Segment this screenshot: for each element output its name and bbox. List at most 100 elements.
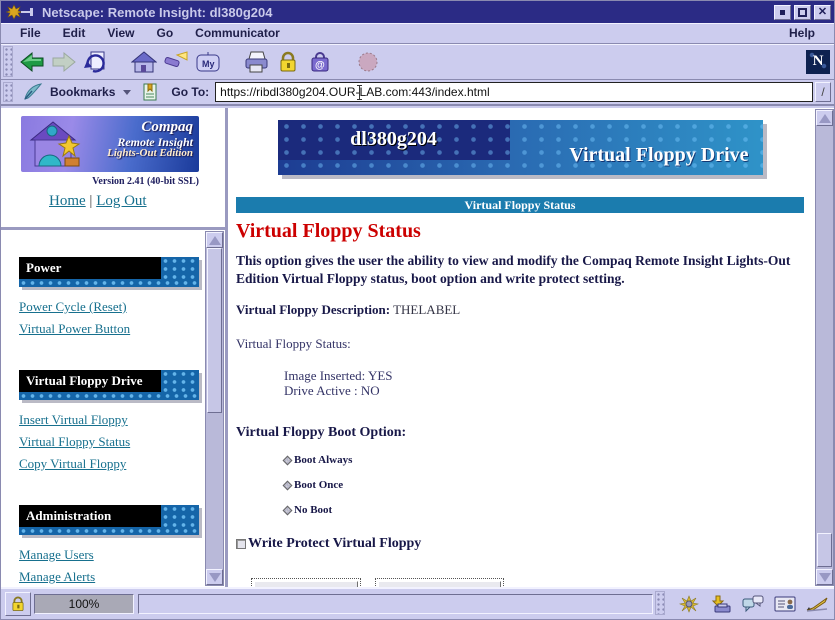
sidebar-item-virtual-power-button[interactable]: Virtual Power Button bbox=[19, 322, 205, 336]
navigator-button[interactable] bbox=[676, 592, 702, 616]
print-icon bbox=[243, 51, 269, 73]
no-boot-option[interactable]: No Boot bbox=[284, 504, 804, 516]
padlock-icon bbox=[10, 596, 26, 612]
stop-button[interactable] bbox=[352, 47, 384, 77]
inbox-button[interactable] bbox=[708, 592, 734, 616]
url-text: https://ribdl380g204.OUR-LAB.com:443/ind… bbox=[220, 85, 489, 99]
discussions-chat-icon bbox=[742, 595, 764, 613]
shop-button[interactable]: @ bbox=[304, 47, 336, 77]
sidebar-item-manage-users[interactable]: Manage Users bbox=[19, 548, 205, 562]
location-grip[interactable] bbox=[3, 82, 13, 102]
window-menu-icon[interactable] bbox=[6, 4, 36, 20]
scroll-track[interactable] bbox=[816, 126, 833, 569]
maximize-button[interactable] bbox=[794, 5, 811, 20]
sidebar-nav-list: Power Power Cycle (Reset) Virtual Power … bbox=[1, 230, 205, 587]
sidebar-item-copy-virtual-floppy[interactable]: Copy Virtual Floppy bbox=[19, 457, 205, 471]
page-location-icon[interactable] bbox=[141, 82, 159, 102]
menu-help[interactable]: Help bbox=[778, 24, 826, 42]
location-history-button[interactable]: / bbox=[815, 82, 831, 102]
forward-button[interactable] bbox=[48, 47, 80, 77]
menu-communicator[interactable]: Communicator bbox=[184, 24, 291, 42]
netscape-logo[interactable]: N bbox=[806, 50, 830, 74]
reload-button[interactable] bbox=[80, 47, 112, 77]
component-bar-grip[interactable] bbox=[655, 591, 665, 615]
address-book-button[interactable] bbox=[772, 592, 798, 616]
bookmarks-quill-icon bbox=[22, 82, 44, 102]
reload-icon bbox=[84, 50, 108, 74]
radio-icon[interactable] bbox=[283, 505, 293, 515]
main-scrollbar[interactable] bbox=[815, 109, 834, 586]
floppy-status-label: Virtual Floppy Status: bbox=[236, 336, 804, 352]
close-icon: ✕ bbox=[818, 7, 827, 18]
write-protect-label: Write Protect Virtual Floppy bbox=[248, 536, 421, 552]
bookmarks-dropdown-icon[interactable] bbox=[123, 90, 131, 95]
progress-indicator: 100% bbox=[34, 594, 134, 614]
address-book-icon bbox=[774, 595, 796, 613]
home-link[interactable]: Home bbox=[49, 193, 86, 209]
session-links: Home | Log Out bbox=[49, 193, 225, 210]
floppy-description-label: Virtual Floppy Description: bbox=[236, 302, 390, 317]
write-protect-option[interactable]: Write Protect Virtual Floppy bbox=[236, 536, 804, 552]
boot-option-label: Virtual Floppy Boot Option: bbox=[236, 425, 804, 441]
my-netscape-button[interactable]: My bbox=[192, 47, 224, 77]
sidebar-item-virtual-floppy-status[interactable]: Virtual Floppy Status bbox=[19, 435, 205, 449]
security-button[interactable] bbox=[272, 47, 304, 77]
sidebar-scrollbar[interactable] bbox=[205, 231, 224, 586]
logout-link[interactable]: Log Out bbox=[96, 193, 146, 209]
link-separator: | bbox=[89, 193, 92, 209]
eject-button-focus: Eject Virtual Floppy bbox=[375, 578, 505, 587]
sidebar-item-power-cycle[interactable]: Power Cycle (Reset) bbox=[19, 300, 205, 314]
minimize-button[interactable] bbox=[774, 5, 791, 20]
scroll-down-arrow[interactable] bbox=[206, 569, 223, 585]
radio-icon[interactable] bbox=[283, 480, 293, 490]
print-button[interactable] bbox=[240, 47, 272, 77]
component-bar bbox=[676, 592, 830, 616]
home-button[interactable] bbox=[128, 47, 160, 77]
sidebar-item-insert-virtual-floppy[interactable]: Insert Virtual Floppy bbox=[19, 413, 205, 427]
banner-server-name: dl380g204 bbox=[278, 128, 510, 151]
url-input[interactable]: https://ribdl380g204.OUR-LAB.com:443/ind… bbox=[215, 82, 813, 102]
bookmarks-label[interactable]: Bookmarks bbox=[50, 85, 115, 99]
back-button[interactable] bbox=[16, 47, 48, 77]
scroll-up-arrow[interactable] bbox=[206, 232, 223, 248]
boot-once-label: Boot Once bbox=[294, 479, 343, 491]
main-content: dl380g204 Virtual Floppy Drive Virtual F… bbox=[228, 108, 814, 587]
nav-header-strip bbox=[19, 527, 199, 535]
shop-icon: @ bbox=[308, 51, 332, 73]
floppy-description-row: Virtual Floppy Description: THELABEL bbox=[236, 302, 804, 318]
scroll-track[interactable] bbox=[206, 248, 223, 569]
sidebar-nav-frame: Power Power Cycle (Reset) Virtual Power … bbox=[1, 230, 225, 587]
floppy-description-value: THELABEL bbox=[393, 302, 460, 317]
nav-section-power-title: Power bbox=[19, 257, 161, 279]
stop-icon bbox=[357, 51, 379, 73]
radio-icon[interactable] bbox=[283, 455, 293, 465]
section-title-bar: Virtual Floppy Status bbox=[236, 197, 804, 213]
security-status-button[interactable] bbox=[5, 592, 31, 616]
write-protect-checkbox[interactable] bbox=[236, 539, 246, 549]
menu-edit[interactable]: Edit bbox=[52, 24, 97, 42]
sidebar-item-manage-alerts[interactable]: Manage Alerts bbox=[19, 570, 205, 584]
scroll-up-arrow[interactable] bbox=[816, 110, 833, 126]
scroll-thumb[interactable] bbox=[207, 248, 222, 413]
boot-always-label: Boot Always bbox=[294, 454, 352, 466]
menu-view[interactable]: View bbox=[96, 24, 145, 42]
minimize-icon bbox=[780, 10, 785, 15]
boot-once-option[interactable]: Boot Once bbox=[284, 479, 804, 491]
scroll-thumb[interactable] bbox=[817, 533, 832, 567]
compaq-logo: Compaq Remote Insight Lights-Out Edition bbox=[21, 116, 199, 172]
discussions-button[interactable] bbox=[740, 592, 766, 616]
boot-always-option[interactable]: Boot Always bbox=[284, 454, 804, 466]
toolbar-grip[interactable] bbox=[3, 46, 13, 77]
nav-header-accent bbox=[161, 505, 199, 527]
menu-go[interactable]: Go bbox=[145, 24, 184, 42]
image-inserted-status: Image Inserted: YES bbox=[284, 368, 804, 383]
nav-gap bbox=[19, 479, 205, 505]
composer-button[interactable] bbox=[804, 592, 830, 616]
close-button[interactable]: ✕ bbox=[814, 5, 831, 20]
back-icon bbox=[19, 51, 45, 73]
main-frame: dl380g204 Virtual Floppy Drive Virtual F… bbox=[228, 108, 834, 587]
menu-file[interactable]: File bbox=[9, 24, 52, 42]
scroll-down-arrow[interactable] bbox=[816, 569, 833, 585]
search-button[interactable] bbox=[160, 47, 192, 77]
status-bar: 100% bbox=[1, 587, 834, 619]
